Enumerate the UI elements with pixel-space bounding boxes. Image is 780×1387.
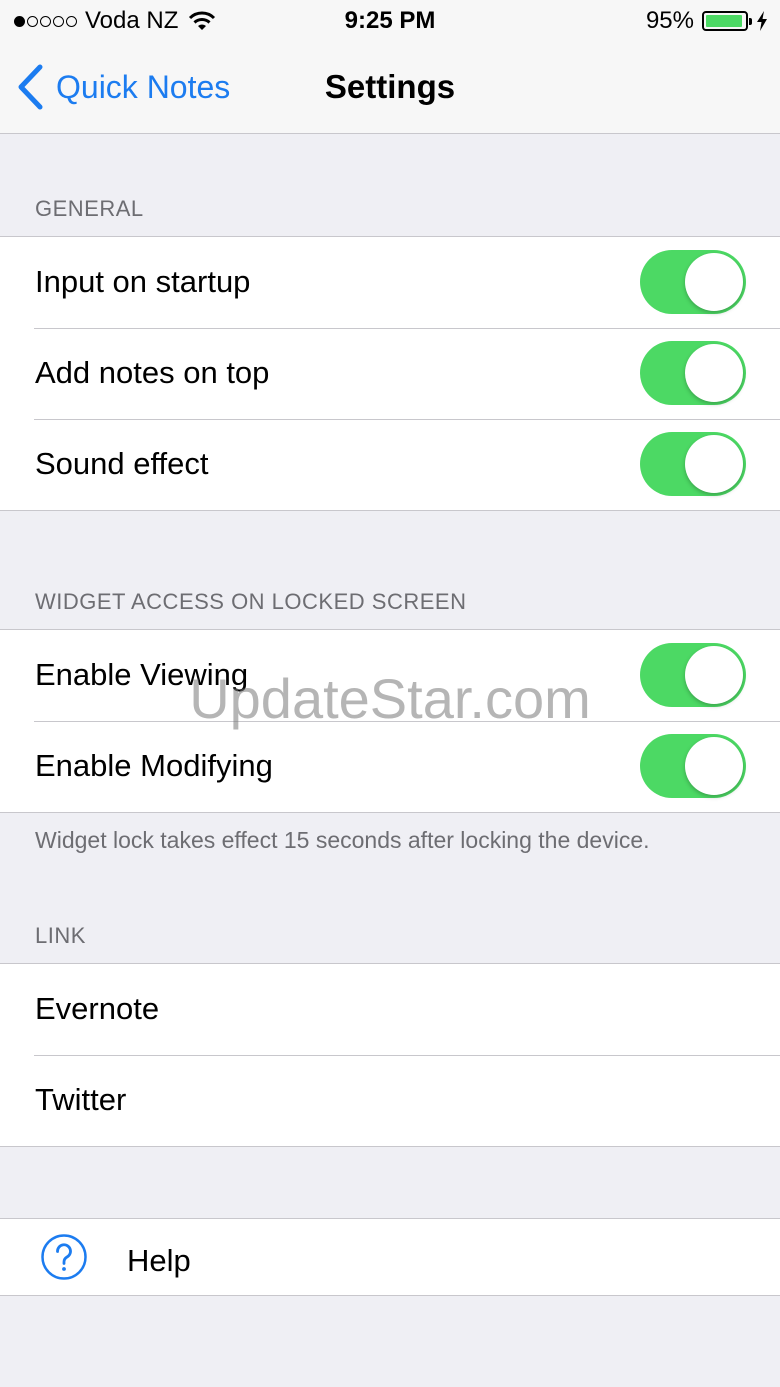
- add-notes-on-top-toggle[interactable]: [640, 341, 746, 405]
- charging-bolt-icon: [757, 11, 767, 31]
- sound-effect-toggle[interactable]: [640, 432, 746, 496]
- setting-row-sound-effect: Sound effect: [0, 419, 780, 510]
- widget-footer-note: Widget lock takes effect 15 seconds afte…: [35, 827, 650, 853]
- enable-viewing-toggle[interactable]: [640, 643, 746, 707]
- setting-row-add-notes-on-top: Add notes on top: [0, 328, 780, 419]
- navigation-bar: Quick Notes Settings: [0, 40, 780, 134]
- section-header-general: GENERAL: [35, 196, 144, 221]
- page-title: Settings: [324, 68, 456, 105]
- input-on-startup-toggle[interactable]: [640, 250, 746, 314]
- widget-group: Enable Viewing Enable Modifying: [0, 629, 780, 813]
- link-row-twitter[interactable]: Twitter: [0, 1055, 780, 1146]
- enable-modifying-toggle[interactable]: [640, 734, 746, 798]
- link-group: Evernote Twitter: [0, 963, 780, 1147]
- setting-label: Enable Modifying: [35, 748, 273, 783]
- link-label: Evernote: [35, 991, 160, 1026]
- section-header-link: LINK: [35, 923, 86, 948]
- status-bar: Voda NZ 9:25 PM 95%: [0, 0, 780, 40]
- general-group: Input on startup Add notes on top Sound …: [0, 236, 780, 511]
- setting-label: Sound effect: [35, 446, 209, 481]
- battery-icon: [702, 11, 752, 31]
- setting-row-input-on-startup: Input on startup: [0, 237, 780, 328]
- question-circle-icon: [41, 1234, 87, 1280]
- help-row[interactable]: Help: [0, 1219, 780, 1295]
- link-row-evernote[interactable]: Evernote: [0, 964, 780, 1055]
- setting-row-enable-viewing: Enable Viewing: [0, 630, 780, 721]
- battery-percent: 95%: [645, 7, 694, 34]
- setting-label: Input on startup: [35, 264, 251, 299]
- setting-label: Add notes on top: [35, 355, 270, 390]
- setting-row-enable-modifying: Enable Modifying: [0, 721, 780, 812]
- help-group: Help: [0, 1218, 780, 1296]
- section-header-widget: WIDGET ACCESS ON LOCKED SCREEN: [35, 589, 467, 614]
- setting-label: Enable Viewing: [35, 657, 249, 692]
- help-label: Help: [127, 1243, 191, 1278]
- link-label: Twitter: [35, 1082, 127, 1117]
